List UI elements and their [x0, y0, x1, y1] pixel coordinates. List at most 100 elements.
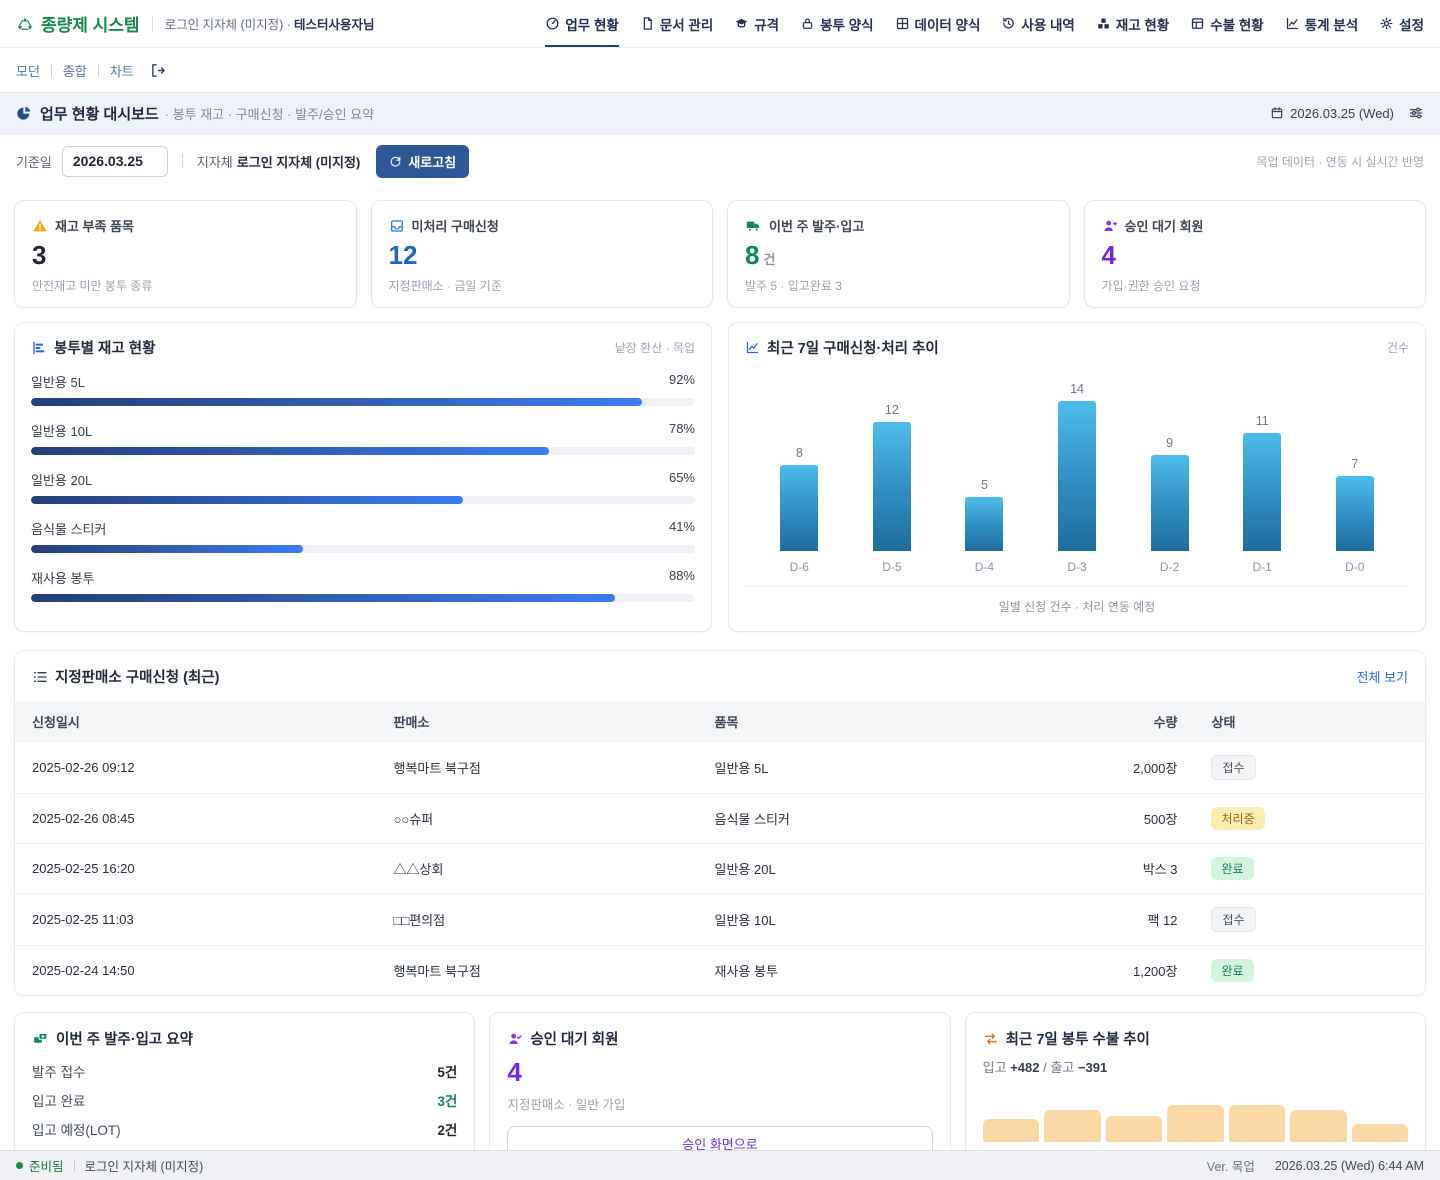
column-header: 상태 — [1194, 702, 1425, 742]
nav-label: 재고 현황 — [1116, 14, 1169, 34]
status-badge: 완료 — [1211, 959, 1253, 982]
swap-arrows-icon — [983, 1031, 999, 1047]
flow-summary: 입고 +482 / 출고 −391 — [983, 1057, 1408, 1076]
view-all-link[interactable]: 전체 보기 — [1357, 667, 1408, 686]
stock-bar-row: 일반용 20L65% — [31, 470, 695, 504]
date-display[interactable]: 2026.03.25 (Wed) — [1270, 106, 1394, 121]
refresh-button[interactable]: 새로고침 — [376, 145, 469, 178]
cell-datetime: 2025-02-26 09:12 — [15, 742, 377, 794]
divider — [152, 16, 153, 32]
login-user-name: 테스터사용자님 — [294, 18, 375, 32]
mini-bar — [1044, 1110, 1100, 1142]
week-summary-title: 이번 주 발주·입고 요약 — [56, 1028, 193, 1049]
flow-card: 최근 7일 봉투 수불 추이 입고 +482 / 출고 −391 — [965, 1012, 1426, 1170]
stock-label: 재사용 봉투 — [31, 568, 94, 587]
cell-qty: 1,200장 — [987, 946, 1195, 996]
nav-item-bag-forms[interactable]: 봉투 양식 — [800, 0, 873, 47]
slash: / — [1043, 1060, 1047, 1075]
kpi-value: 12 — [389, 242, 696, 268]
ledger-icon — [1190, 16, 1205, 31]
inbound-label: 입고 — [983, 1060, 1007, 1075]
cell-qty: 박스 3 — [987, 844, 1195, 894]
trend-bar-column: 14D-3 — [1031, 362, 1124, 574]
kpi-card-2: 미처리 구매신청12지정판매소 · 금일 기준 — [371, 200, 714, 308]
nav-item-statistics[interactable]: 통계 분석 — [1285, 0, 1358, 47]
mini-bar — [1290, 1110, 1346, 1142]
cell-status: 처리중 — [1194, 794, 1425, 844]
trend-panel-title: 최근 7일 구매신청·처리 추이 — [767, 337, 939, 358]
nav-label: 데이터 양식 — [915, 14, 981, 34]
boxes-icon — [1096, 16, 1111, 31]
skin-tab-1[interactable]: 모던 — [16, 61, 40, 80]
cell-item: 일반용 10L — [698, 894, 987, 946]
outbound-value: −391 — [1078, 1060, 1107, 1075]
summary-label: 발주 접수 — [32, 1061, 85, 1081]
cap-icon — [734, 16, 749, 31]
user-check-icon — [507, 1031, 523, 1047]
trend-bar — [1336, 476, 1374, 551]
trend-bar-column: 11D-1 — [1216, 362, 1309, 574]
bar-x-label: D-2 — [1160, 560, 1179, 574]
bar-chart-icon — [31, 340, 47, 356]
mini-bar — [1229, 1105, 1285, 1142]
progress-track — [31, 594, 695, 602]
table-row: 2025-02-26 08:45○○슈퍼음식물 스티커500장처리중 — [15, 794, 1425, 844]
skin-tab-2[interactable]: 종합 — [63, 61, 87, 80]
nav-item-usage[interactable]: 사용 내역 — [1001, 0, 1074, 47]
kpi-sub: 안전재고 미만 봉투 종류 — [32, 277, 339, 294]
cell-store: 행복마트 북구점 — [377, 742, 698, 794]
nav-item-specs[interactable]: 규격 — [734, 0, 779, 47]
line-chart-icon — [745, 340, 760, 355]
mini-bar — [1167, 1105, 1223, 1142]
nav-item-documents[interactable]: 문서 관리 — [640, 0, 713, 47]
status-badge: 완료 — [1211, 857, 1253, 880]
status-dot — [16, 1162, 23, 1169]
summary-value: 5건 — [437, 1061, 457, 1081]
recycle-icon — [16, 15, 34, 33]
bar-value-label: 12 — [885, 403, 899, 417]
mini-bar — [1352, 1124, 1408, 1142]
trend-bar — [965, 497, 1003, 551]
table-header-row: 신청일시판매소품목수량상태 — [15, 702, 1425, 742]
nav-item-ledger[interactable]: 수불 현황 — [1190, 0, 1263, 47]
nav-label: 사용 내역 — [1021, 14, 1074, 34]
stock-bar-row: 일반용 10L78% — [31, 421, 695, 455]
skin-tab-3[interactable]: 차트 — [110, 61, 134, 80]
base-date-label: 기준일 — [16, 152, 52, 171]
bar-value-label: 5 — [981, 478, 988, 492]
summary-value: 2건 — [437, 1119, 457, 1139]
trend-bar — [1058, 401, 1096, 551]
org-label: 지자체 — [197, 155, 233, 170]
kpi-card-1: 재고 부족 품목3안전재고 미만 봉투 종류 — [14, 200, 357, 308]
boxes-icon — [32, 1030, 49, 1047]
app-logo[interactable]: 종량제 시스템 — [16, 11, 140, 36]
trend-bar-chart: 8D-612D-55D-414D-39D-211D-17D-0 — [745, 362, 1409, 574]
table-row: 2025-02-25 16:20△△상회일반용 20L박스 3완료 — [15, 844, 1425, 894]
progress-track — [31, 545, 695, 553]
refresh-icon — [389, 155, 402, 168]
nav-item-inventory[interactable]: 재고 현황 — [1096, 0, 1169, 47]
cell-datetime: 2025-02-25 16:20 — [15, 844, 377, 894]
nav-item-settings[interactable]: 설정 — [1379, 0, 1424, 47]
nav-item-work-status[interactable]: 업무 현황 — [545, 0, 618, 47]
trend-bar — [780, 465, 818, 551]
gear-icon — [1379, 16, 1394, 31]
bar-x-label: D-3 — [1067, 560, 1086, 574]
dashboard-title-bar: 업무 현황 대시보드 · 봉투 재고 · 구매신청 · 발주/승인 요약 202… — [0, 92, 1440, 134]
sliders-icon[interactable] — [1408, 105, 1424, 121]
base-date-input[interactable] — [62, 146, 168, 177]
outbound-label: 출고 — [1050, 1060, 1074, 1075]
approval-count: 4 — [507, 1059, 932, 1085]
divider — [51, 64, 52, 77]
stock-bars: 일반용 5L92%일반용 10L78%일반용 20L65%음식물 스티커41%재… — [31, 372, 695, 602]
logout-icon[interactable] — [149, 62, 166, 79]
trend-unit-label: 건수 — [1387, 339, 1409, 356]
bar-x-label: D-6 — [790, 560, 809, 574]
approval-sub: 지정판매소 · 일반 가입 — [507, 1094, 932, 1113]
status-bar: 준비됨 로그인 지자체 (미지정) Ver. 목업 2026.03.25 (We… — [0, 1150, 1440, 1180]
divider — [182, 154, 183, 168]
grid-icon — [895, 16, 910, 31]
trend-bar-column: 8D-6 — [753, 362, 846, 574]
nav-item-data-forms[interactable]: 데이터 양식 — [895, 0, 981, 47]
kpi-card-3: 이번 주 발주·입고8건발주 5 · 입고완료 3 — [727, 200, 1070, 308]
